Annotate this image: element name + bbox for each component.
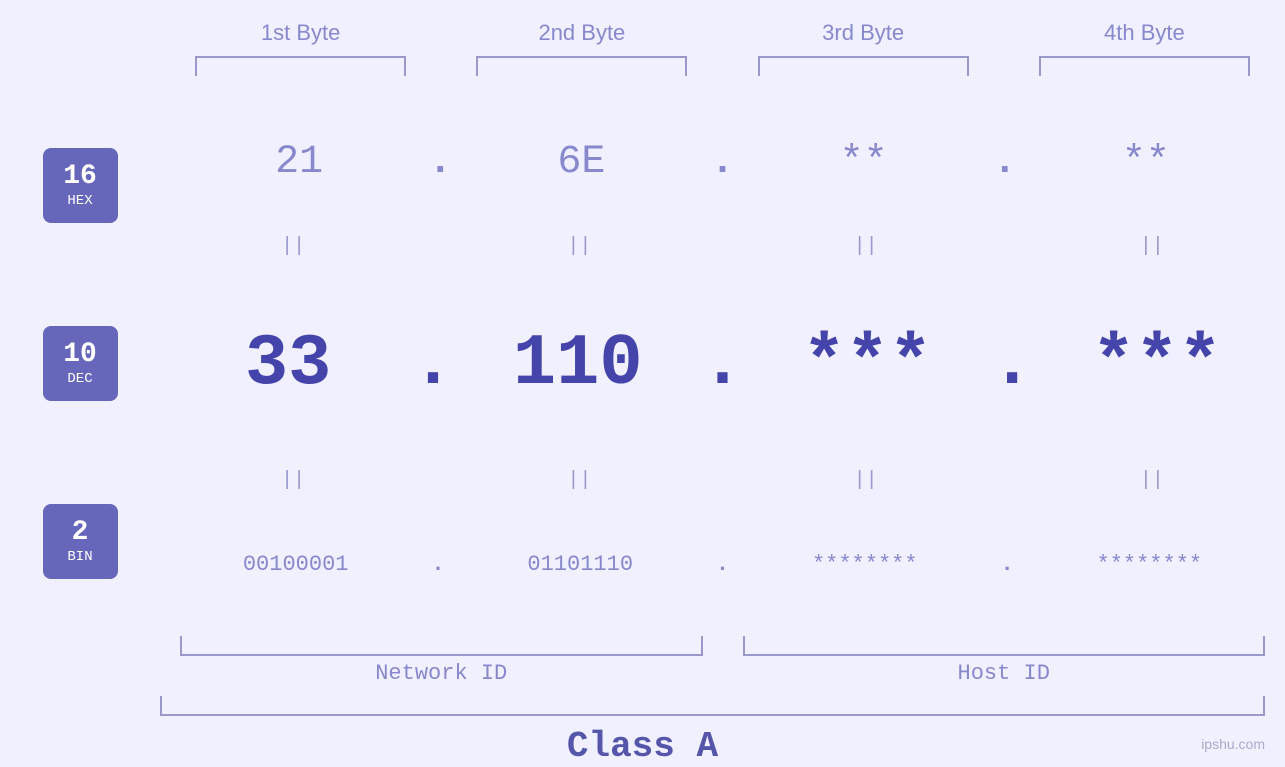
bin-cell-3: ********: [729, 552, 1000, 577]
bin-badge: 2 BIN: [43, 504, 118, 579]
col-header-3: 3rd Byte: [723, 20, 1004, 46]
dec-badge: 10 DEC: [43, 326, 118, 401]
bin-dot-1: .: [431, 552, 444, 577]
bin-cell-2: 01101110: [445, 552, 716, 577]
dec-badge-number: 10: [63, 340, 97, 371]
dec-value-3: ***: [802, 323, 932, 405]
sep-cell-4a: ||: [1019, 235, 1285, 258]
hex-row: 21 . 6E . ** . **: [160, 96, 1285, 229]
sep-cell-2b: ||: [446, 469, 712, 492]
sep-cell-3a: ||: [733, 235, 999, 258]
bin-badge-number: 2: [72, 518, 89, 549]
content-area: 16 HEX 10 DEC 2 BIN 21 . 6E: [0, 96, 1285, 631]
bin-value-1: 00100001: [243, 552, 349, 577]
class-row: Class A: [0, 726, 1285, 767]
headers-row: 1st Byte 2nd Byte 3rd Byte 4th Byte: [0, 20, 1285, 46]
col-header-1: 1st Byte: [160, 20, 441, 46]
dec-cell-2: 110: [450, 323, 706, 405]
dec-cell-1: 33: [160, 323, 416, 405]
dec-value-1: 33: [245, 323, 331, 405]
top-bracket-cell-2: [441, 56, 722, 76]
hex-cell-1: 21: [160, 140, 438, 185]
dec-cell-3: ***: [739, 323, 995, 405]
col-header-2: 2nd Byte: [441, 20, 722, 46]
hex-cell-3: **: [725, 140, 1003, 185]
sep-cell-4b: ||: [1019, 469, 1285, 492]
sep-cell-3b: ||: [733, 469, 999, 492]
top-bracket-cell-1: [160, 56, 441, 76]
labels-row: Network ID Host ID: [0, 661, 1285, 686]
dec-cell-4: ***: [1029, 323, 1285, 405]
hex-value-1: 21: [275, 140, 323, 185]
rows-container: 21 . 6E . ** . ** || ||: [160, 96, 1285, 631]
host-id-bracket: [743, 636, 1266, 656]
main-container: 1st Byte 2nd Byte 3rd Byte 4th Byte 16 H…: [0, 0, 1285, 767]
bin-cell-4: ********: [1014, 552, 1285, 577]
hex-cell-4: **: [1007, 140, 1285, 185]
dec-dot-2: .: [701, 323, 744, 405]
top-bracket-4: [1039, 56, 1250, 76]
hex-badge-label: HEX: [67, 193, 92, 209]
dec-value-4: ***: [1092, 323, 1222, 405]
badges-column: 16 HEX 10 DEC 2 BIN: [0, 96, 160, 631]
dec-dot-1: .: [411, 323, 454, 405]
hex-badge: 16 HEX: [43, 148, 118, 223]
separator-row-1: || || || ||: [160, 229, 1285, 264]
network-id-bracket: [180, 636, 703, 656]
sep-cell-1a: ||: [160, 235, 426, 258]
host-id-bracket-container: [723, 636, 1285, 656]
dec-value-2: 110: [513, 323, 643, 405]
sep-cell-1b: ||: [160, 469, 426, 492]
hex-cell-2: 6E: [442, 140, 720, 185]
top-bracket-3: [758, 56, 969, 76]
network-id-bracket-container: [160, 636, 723, 656]
bottom-bracket-row: [0, 636, 1285, 656]
dec-badge-label: DEC: [67, 371, 92, 387]
hex-value-3: **: [840, 140, 888, 185]
top-bracket-cell-3: [723, 56, 1004, 76]
bin-dot-3: .: [1000, 552, 1013, 577]
bin-value-2: 01101110: [527, 552, 633, 577]
top-bracket-1: [195, 56, 406, 76]
bin-row: 00100001 . 01101110 . ******** . *******…: [160, 498, 1285, 631]
outer-bracket-bottom: [160, 696, 1265, 716]
bin-value-3: ********: [812, 552, 918, 577]
col-header-4: 4th Byte: [1004, 20, 1285, 46]
hex-badge-number: 16: [63, 162, 97, 193]
bin-badge-label: BIN: [67, 549, 92, 565]
network-id-label: Network ID: [160, 661, 723, 686]
dec-row: 33 . 110 . *** . ***: [160, 264, 1285, 463]
sep-cell-2a: ||: [446, 235, 712, 258]
watermark: ipshu.com: [1201, 736, 1265, 752]
hex-value-2: 6E: [557, 140, 605, 185]
separator-row-2: || || || ||: [160, 463, 1285, 498]
dec-dot-3: .: [990, 323, 1033, 405]
top-bracket-2: [476, 56, 687, 76]
top-bracket-row: [0, 56, 1285, 76]
bin-dot-2: .: [716, 552, 729, 577]
hex-value-4: **: [1122, 140, 1170, 185]
outer-bottom-bracket-row: [0, 696, 1285, 716]
top-bracket-cell-4: [1004, 56, 1285, 76]
host-id-label: Host ID: [723, 661, 1285, 686]
bin-value-4: ********: [1097, 552, 1203, 577]
class-label: Class A: [567, 726, 718, 767]
bin-cell-1: 00100001: [160, 552, 431, 577]
